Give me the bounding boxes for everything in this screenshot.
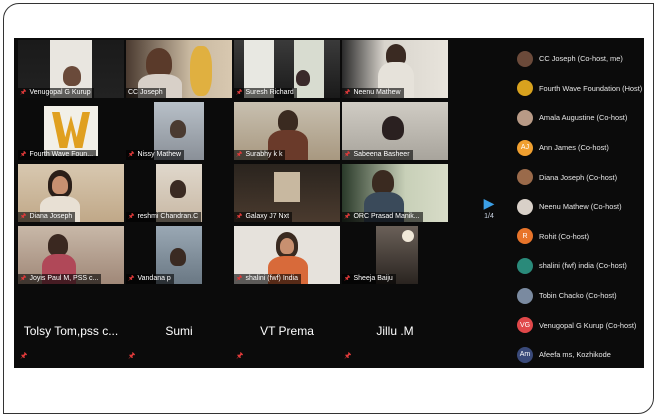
participant-avatar bbox=[517, 80, 533, 97]
video-tile[interactable]: 🖈 ORC Prasad Manik... bbox=[342, 164, 448, 222]
tile-name-label: 🖈 ORC Prasad Manik... bbox=[342, 212, 423, 222]
participant-avatar bbox=[517, 198, 533, 215]
participant-avatar: R bbox=[517, 228, 533, 245]
mic-muted-icon: 🖈 bbox=[128, 151, 135, 158]
participant-list-name: Neenu Mathew (Co-host) bbox=[539, 202, 622, 212]
participant-avatar: Am bbox=[517, 346, 533, 363]
participant-name: Tolsy Tom,pss c... bbox=[23, 324, 119, 338]
tile-name-label: 🖈 Suresh Richard bbox=[234, 88, 297, 98]
video-tile[interactable]: 🖈 Sheeja Baiju bbox=[342, 226, 448, 284]
mic-muted-icon: 🖈 bbox=[344, 213, 351, 220]
video-tile[interactable]: 🖈 Sabeena Basheer bbox=[342, 102, 448, 160]
tile-name-label: 🖈 Joyis Paul M, PSS c... bbox=[18, 274, 102, 284]
participant-avatar bbox=[517, 287, 533, 304]
participant-list-item[interactable]: Diana Joseph (Co-host) bbox=[517, 162, 644, 192]
video-tile[interactable]: 🖈 Nissy Mathew bbox=[126, 102, 232, 160]
tile-name-label: 🖈 Neenu Mathew bbox=[342, 88, 404, 98]
participant-list-item[interactable]: Tobin Chacko (Co-host) bbox=[517, 281, 644, 311]
tile-name-label: 🖈 Vandana p bbox=[126, 274, 174, 284]
video-tile-off[interactable]: Jillu .M 🖈 bbox=[342, 310, 448, 368]
video-tile[interactable]: 🖈 Joyis Paul M, PSS c... bbox=[18, 226, 124, 284]
tile-name-label: 🖈 Nissy Mathew bbox=[126, 150, 185, 160]
mic-muted-icon: 🖈 bbox=[344, 89, 351, 96]
page-indicator: 1/4 bbox=[484, 213, 494, 220]
tile-name-label: 🖈 Sabeena Basheer bbox=[342, 150, 413, 160]
participant-list-name: Tobin Chacko (Co-host) bbox=[539, 291, 617, 301]
participant-list-item[interactable]: R Rohit (Co-host) bbox=[517, 222, 644, 252]
mic-muted-icon: 🖈 bbox=[20, 351, 28, 360]
tile-name-label: 🖈 Diana Joseph bbox=[18, 212, 76, 222]
mic-muted-icon: 🖈 bbox=[236, 275, 243, 282]
participant-list-item[interactable]: CC Joseph (Co-host, me) bbox=[517, 44, 644, 74]
mic-muted-icon: 🖈 bbox=[236, 89, 243, 96]
mic-muted-icon: 🖈 bbox=[344, 275, 351, 282]
participant-name: VT Prema bbox=[260, 324, 314, 338]
page-navigation[interactable]: ▶ 1/4 bbox=[476, 196, 502, 220]
tile-name-label: 🖈 Galaxy J7 Nxt bbox=[234, 212, 293, 222]
participant-list-name: Fourth Wave Foundation (Host) bbox=[539, 83, 643, 93]
mic-muted-icon: 🖈 bbox=[20, 213, 27, 220]
video-tile[interactable]: 🖈 shalini (fwf) India bbox=[234, 226, 340, 284]
tile-name-label: 🖈 Fourth Wave Foun... bbox=[18, 150, 97, 160]
video-tile-off[interactable]: Sumi 🖈 bbox=[126, 310, 232, 368]
video-tile[interactable]: 🖈 Surabhy k k bbox=[234, 102, 340, 160]
participant-list-item[interactable]: Fourth Wave Foundation (Host) bbox=[517, 74, 644, 104]
mic-muted-icon: 🖈 bbox=[128, 275, 135, 282]
participant-avatar: AJ bbox=[517, 139, 533, 156]
video-grid: 🖈 Venugopal G Kurup CC Joseph 🖈 Suresh Ric… bbox=[14, 38, 448, 368]
tile-name-label: 🖈 Sheeja Baiju bbox=[342, 274, 396, 284]
participants-panel: CC Joseph (Co-host, me) Fourth Wave Found… bbox=[517, 44, 644, 368]
participant-list-name: Ann James (Co-host) bbox=[539, 143, 609, 153]
video-tile[interactable]: 🖈 Vandana p bbox=[126, 226, 232, 284]
video-tile-off[interactable]: VT Prema 🖈 bbox=[234, 310, 340, 368]
participant-list-item[interactable]: AJ Ann James (Co-host) bbox=[517, 133, 644, 163]
participant-list-name: CC Joseph (Co-host, me) bbox=[539, 54, 623, 64]
participant-avatar: VG bbox=[517, 317, 533, 334]
meeting-window: 🖈 Venugopal G Kurup CC Joseph 🖈 Suresh Ric… bbox=[14, 38, 644, 368]
tile-name-label: 🖈 shalini (fwf) India bbox=[234, 274, 302, 284]
video-tile[interactable]: CC Joseph bbox=[126, 40, 232, 98]
mic-muted-icon: 🖈 bbox=[236, 151, 243, 158]
participant-list-name: shalini (fwf) india (Co-host) bbox=[539, 261, 627, 271]
mic-muted-icon: 🖈 bbox=[344, 151, 351, 158]
mic-muted-icon: 🖈 bbox=[236, 351, 244, 360]
participant-list-name: Rohit (Co-host) bbox=[539, 231, 590, 241]
mic-muted-icon: 🖈 bbox=[20, 275, 27, 282]
participant-name: Sumi bbox=[165, 324, 193, 338]
participant-list-item[interactable]: Neenu Mathew (Co-host) bbox=[517, 192, 644, 222]
mic-muted-icon: 🖈 bbox=[128, 213, 135, 220]
participant-avatar bbox=[517, 169, 533, 186]
participant-list-name: Venugopal G Kurup (Co-host) bbox=[539, 320, 637, 330]
participant-list-item[interactable]: shalini (fwf) india (Co-host) bbox=[517, 251, 644, 281]
next-page-icon[interactable]: ▶ bbox=[476, 196, 502, 210]
video-tile[interactable]: 🖈 Neenu Mathew bbox=[342, 40, 448, 98]
participant-avatar bbox=[517, 109, 533, 126]
video-tile[interactable]: 🖈 Fourth Wave Foun... bbox=[18, 102, 124, 160]
video-tile[interactable]: 🖈 Galaxy J7 Nxt bbox=[234, 164, 340, 222]
video-tile[interactable]: 🖈 Diana Joseph bbox=[18, 164, 124, 222]
tile-name-label: 🖈 Venugopal G Kurup bbox=[18, 88, 94, 98]
participant-list-item[interactable]: Am Afeefa ms, Kozhikode bbox=[517, 340, 644, 368]
video-tile[interactable]: 🖈 reshmi Chandran.C bbox=[126, 164, 232, 222]
video-tile-off[interactable]: Tolsy Tom,pss c... 🖈 bbox=[18, 310, 124, 368]
mic-muted-icon: 🖈 bbox=[236, 213, 243, 220]
mic-muted-icon: 🖈 bbox=[20, 151, 27, 158]
mic-muted-icon: 🖈 bbox=[20, 89, 27, 96]
participant-list-name: Afeefa ms, Kozhikode bbox=[539, 350, 611, 360]
participant-list-item[interactable]: Amala Augustine (Co-host) bbox=[517, 103, 644, 133]
tile-name-label: CC Joseph bbox=[126, 88, 166, 98]
video-tile[interactable]: 🖈 Venugopal G Kurup bbox=[18, 40, 124, 98]
participant-avatar bbox=[517, 257, 533, 274]
tile-name-label: 🖈 Surabhy k k bbox=[234, 150, 286, 160]
mic-muted-icon: 🖈 bbox=[344, 351, 352, 360]
participant-list-name: Diana Joseph (Co-host) bbox=[539, 172, 618, 182]
mic-muted-icon: 🖈 bbox=[128, 351, 136, 360]
participant-avatar bbox=[517, 50, 533, 67]
tile-name-label: 🖈 reshmi Chandran.C bbox=[126, 212, 202, 222]
participant-name: Jillu .M bbox=[376, 324, 414, 338]
video-tile[interactable]: 🖈 Suresh Richard bbox=[234, 40, 340, 98]
figure-frame: 🖈 Venugopal G Kurup CC Joseph 🖈 Suresh Ric… bbox=[3, 3, 654, 414]
participant-list-item[interactable]: VG Venugopal G Kurup (Co-host) bbox=[517, 310, 644, 340]
participant-list-name: Amala Augustine (Co-host) bbox=[539, 113, 628, 123]
